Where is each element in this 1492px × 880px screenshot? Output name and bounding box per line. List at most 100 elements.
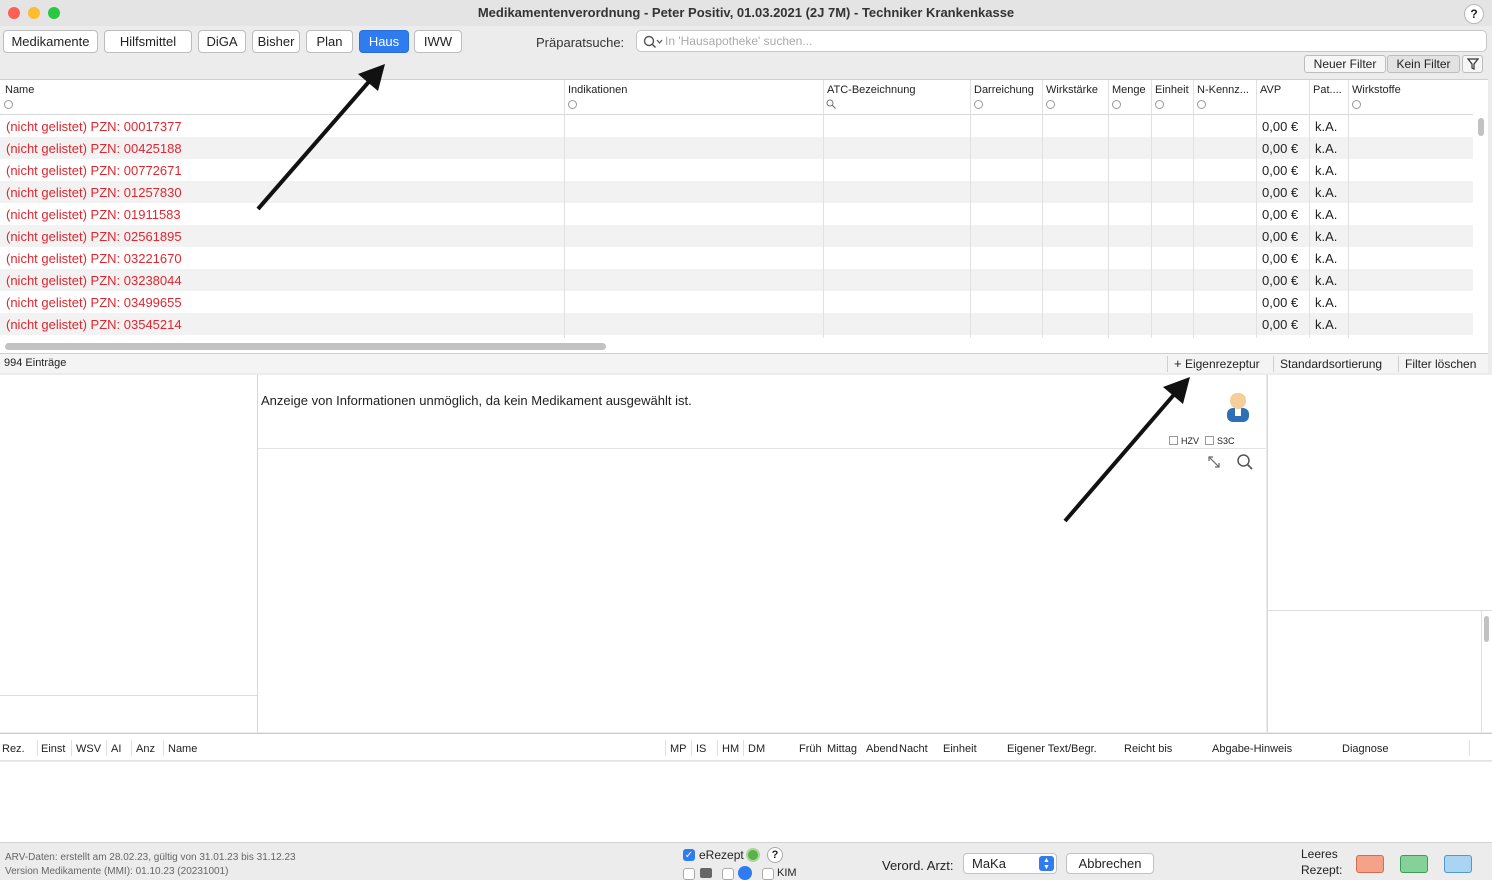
sort-circle-icon[interactable]	[1112, 100, 1121, 109]
standardsortierung-button[interactable]: Standardsortierung	[1273, 356, 1388, 372]
status-light-icon	[746, 848, 760, 862]
search-label: Präparatsuche:	[536, 35, 625, 50]
col-header-indikationen[interactable]: Indikationen	[568, 84, 627, 96]
magnifier-icon[interactable]	[1236, 453, 1254, 471]
row-name: (nicht gelistet) PZN: 00425188	[6, 141, 182, 156]
table-row[interactable]: (nicht gelistet) PZN: 03221670 0,00 € k.A.	[0, 247, 1473, 269]
rx-col-is[interactable]: IS	[696, 743, 706, 755]
print-checkbox[interactable]	[683, 868, 695, 880]
title-bar: Medikamentenverordnung - Peter Positiv, …	[0, 0, 1492, 26]
rx-col-reicht-bis[interactable]: Reicht bis	[1124, 743, 1172, 755]
rx-col-anz[interactable]: Anz	[136, 743, 155, 755]
column-divider	[131, 740, 132, 756]
rx-col-diagnose[interactable]: Diagnose	[1342, 743, 1388, 755]
plus-icon: +	[1174, 356, 1182, 371]
erezept-help-button[interactable]: ?	[767, 847, 783, 863]
tab-iww[interactable]: IWW	[414, 30, 462, 53]
row-name: (nicht gelistet) PZN: 01257830	[6, 185, 182, 200]
row-name: (nicht gelistet) PZN: 00017377	[6, 119, 182, 134]
rx-col-eigener-text[interactable]: Eigener Text/Begr.	[1007, 743, 1097, 755]
filter-menu-button[interactable]	[1462, 55, 1483, 73]
sort-circle-icon[interactable]	[4, 100, 13, 109]
green-prescription-icon[interactable]	[1400, 855, 1428, 873]
rx-col-abend[interactable]: Abend	[866, 743, 898, 755]
tab-plan[interactable]: Plan	[306, 30, 353, 53]
blue-prescription-icon[interactable]	[1444, 855, 1472, 873]
table-row[interactable]: (nicht gelistet) PZN: 01257830 0,00 € k.A.	[0, 181, 1473, 203]
vertical-scrollbar[interactable]	[1478, 118, 1484, 136]
prescription-table-body[interactable]	[0, 762, 1492, 842]
table-row[interactable]: (nicht gelistet) PZN: 03499655 0,00 € k.A.	[0, 291, 1473, 313]
cancel-button[interactable]: Abbrechen	[1066, 853, 1154, 874]
entry-count: 994 Einträge	[4, 357, 67, 369]
rx-col-dm[interactable]: DM	[748, 743, 765, 755]
s3c-checkbox[interactable]	[1205, 436, 1214, 445]
rx-col-name[interactable]: Name	[168, 743, 197, 755]
row-pat: k.A.	[1315, 163, 1338, 178]
no-filter-button[interactable]: Kein Filter	[1387, 55, 1460, 73]
rx-col-frueh[interactable]: Früh	[799, 743, 822, 755]
col-header-wirkstaerke[interactable]: Wirkstärke	[1046, 84, 1098, 96]
sort-circle-icon[interactable]	[1155, 100, 1164, 109]
rx-col-nacht[interactable]: Nacht	[899, 743, 928, 755]
search-icon[interactable]	[642, 34, 664, 50]
verord-arzt-select[interactable]: MaKa ▲ ▼	[963, 853, 1057, 874]
col-header-darreichung[interactable]: Darreichung	[974, 84, 1034, 96]
kim-checkbox[interactable]	[762, 868, 774, 880]
sync-checkbox[interactable]	[722, 868, 734, 880]
rx-col-mp[interactable]: MP	[670, 743, 687, 755]
help-button[interactable]: ?	[1464, 4, 1484, 24]
search-input[interactable]	[665, 33, 1465, 49]
rx-col-mittag[interactable]: Mittag	[827, 743, 857, 755]
sort-circle-icon[interactable]	[974, 100, 983, 109]
rx-col-wsv[interactable]: WSV	[76, 743, 101, 755]
rx-col-einheit[interactable]: Einheit	[943, 743, 977, 755]
table-row[interactable]: (nicht gelistet) PZN: 00772671 0,00 € k.A.	[0, 159, 1473, 181]
sort-circle-icon[interactable]	[1197, 100, 1206, 109]
info-pane: Anzeige von Informationen unmöglich, da …	[258, 375, 1266, 732]
tab-diga[interactable]: DiGA	[198, 30, 246, 53]
table-row[interactable]: (nicht gelistet) PZN: 03545214 0,00 € k.A.	[0, 313, 1473, 335]
erezept-checkbox[interactable]: ✓	[683, 849, 695, 861]
tab-hilfsmittel[interactable]: Hilfsmittel	[104, 30, 192, 53]
red-prescription-icon[interactable]	[1356, 855, 1384, 873]
rx-col-hm[interactable]: HM	[722, 743, 739, 755]
expand-icon[interactable]	[1207, 455, 1221, 469]
col-header-wirkstoffe[interactable]: Wirkstoffe	[1352, 84, 1401, 96]
table-row[interactable]: (nicht gelistet) PZN: 00017377 0,00 € k.A.	[0, 115, 1473, 137]
sort-circle-icon[interactable]	[1352, 100, 1361, 109]
col-header-menge[interactable]: Menge	[1112, 84, 1146, 96]
horizontal-scrollbar[interactable]	[5, 343, 606, 350]
col-header-einheit[interactable]: Einheit	[1155, 84, 1189, 96]
rx-col-rez[interactable]: Rez.	[2, 743, 25, 755]
table-footer: 994 Einträge + Eigenrezeptur Standardsor…	[0, 353, 1488, 373]
sort-circle-icon[interactable]	[1046, 100, 1055, 109]
col-header-pat[interactable]: Pat....	[1313, 84, 1342, 96]
new-filter-button[interactable]: Neuer Filter	[1304, 55, 1386, 73]
column-search-icon[interactable]	[826, 99, 837, 110]
row-name: (nicht gelistet) PZN: 01911583	[6, 207, 181, 222]
col-header-avp[interactable]: AVP	[1260, 84, 1281, 96]
col-header-atc[interactable]: ATC-Bezeichnung	[827, 84, 915, 96]
tab-haus[interactable]: Haus	[359, 30, 409, 53]
sync-icon	[738, 866, 752, 880]
rx-col-ai[interactable]: AI	[111, 743, 121, 755]
table-row[interactable]: (nicht gelistet) PZN: 00425188 0,00 € k.A.	[0, 137, 1473, 159]
doctor-avatar-icon[interactable]	[1224, 388, 1252, 422]
search-box[interactable]	[636, 30, 1487, 52]
right-pane-scrollbar[interactable]	[1484, 616, 1489, 642]
rx-col-abgabe-hinweis[interactable]: Abgabe-Hinweis	[1212, 743, 1292, 755]
rx-col-einst[interactable]: Einst	[41, 743, 65, 755]
filter-loeschen-button[interactable]: Filter löschen	[1398, 356, 1482, 372]
sort-circle-icon[interactable]	[568, 100, 577, 109]
table-row[interactable]: (nicht gelistet) PZN: 01911583 0,00 € k.A.	[0, 203, 1473, 225]
table-row[interactable]: (nicht gelistet) PZN: 02561895 0,00 € k.A.	[0, 225, 1473, 247]
eigenrezeptur-button[interactable]: + Eigenrezeptur	[1167, 356, 1266, 372]
column-divider	[1151, 80, 1152, 338]
tab-medikamente[interactable]: Medikamente	[3, 30, 98, 53]
tab-bisher[interactable]: Bisher	[252, 30, 300, 53]
col-header-name[interactable]: Name	[5, 84, 34, 96]
hzv-checkbox[interactable]	[1169, 436, 1178, 445]
table-row[interactable]: (nicht gelistet) PZN: 03238044 0,00 € k.A.	[0, 269, 1473, 291]
col-header-n-kennzeichen[interactable]: N-Kennz...	[1197, 84, 1249, 96]
